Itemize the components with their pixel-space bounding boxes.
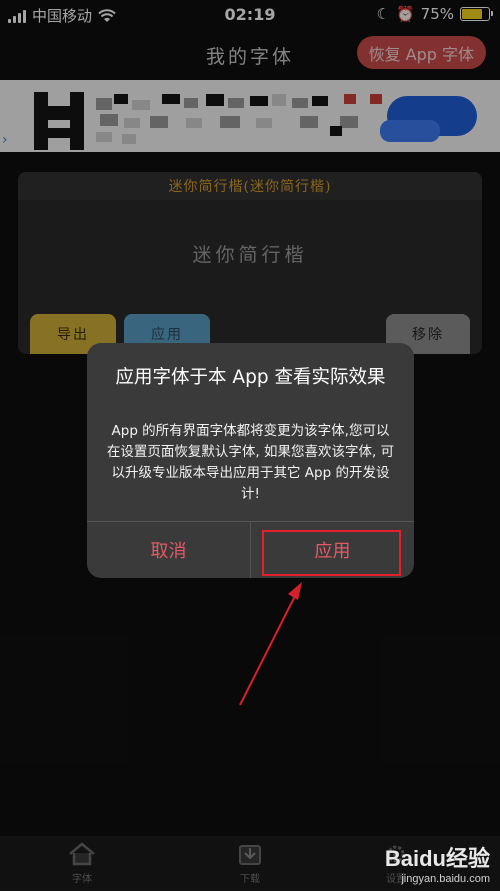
alert-title: 应用字体于本 App 查看实际效果 xyxy=(115,367,386,388)
watermark-site: jingyan.baidu.com xyxy=(401,873,490,885)
baidu-watermark: Baidu经验 jingyan.baidu.com xyxy=(385,841,490,885)
watermark-logo: Baidu经验 xyxy=(384,846,490,871)
alert-message: App 的所有界面字体都将变更为该字体,您可以在设置页面恢复默认字体, 如果您喜… xyxy=(106,423,395,502)
cancel-button[interactable]: 取消 xyxy=(87,522,250,578)
annotation-highlight-box xyxy=(262,530,401,576)
